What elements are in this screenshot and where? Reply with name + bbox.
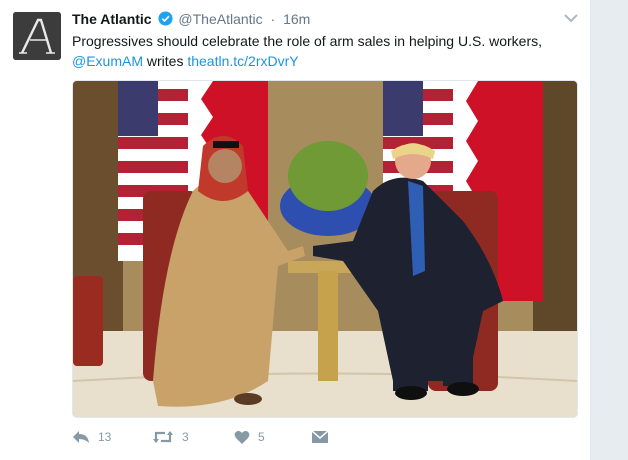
tweet-body-text: Progressives should celebrate the role o… (72, 33, 542, 49)
header-separator: · (270, 11, 276, 27)
like-button[interactable]: 5 (234, 427, 265, 447)
tweet-photo[interactable] (72, 80, 578, 418)
envelope-icon (312, 430, 328, 443)
tweet-url-link[interactable]: theatln.tc/2rxDvrY (187, 53, 298, 69)
tweet-header: The Atlantic @TheAtlantic · 16m (72, 10, 310, 28)
reply-icon (73, 431, 89, 443)
reply-count: 13 (98, 430, 112, 444)
retweet-count: 3 (182, 430, 189, 444)
atlantic-logo-icon (13, 12, 61, 60)
heart-icon (234, 430, 250, 444)
chevron-down-icon[interactable] (563, 11, 579, 25)
mention-link[interactable]: @ExumAM (72, 53, 143, 69)
tweet-writes-text: writes (143, 53, 188, 69)
like-count: 5 (258, 430, 265, 444)
account-avatar[interactable] (13, 12, 61, 60)
direct-message-button[interactable] (312, 427, 328, 447)
tweet-card[interactable]: The Atlantic @TheAtlantic · 16m Progress… (0, 0, 591, 460)
verified-badge-icon (157, 11, 173, 26)
retweet-icon (153, 431, 173, 443)
account-name[interactable]: The Atlantic (72, 11, 152, 27)
handshake-photo-image (73, 81, 577, 417)
tweet-text: Progressives should celebrate the role o… (72, 31, 572, 71)
tweet-timestamp[interactable]: 16m (283, 11, 310, 27)
account-handle[interactable]: @TheAtlantic (178, 11, 262, 27)
retweet-button[interactable]: 3 (152, 427, 189, 447)
reply-button[interactable]: 13 (72, 427, 111, 447)
